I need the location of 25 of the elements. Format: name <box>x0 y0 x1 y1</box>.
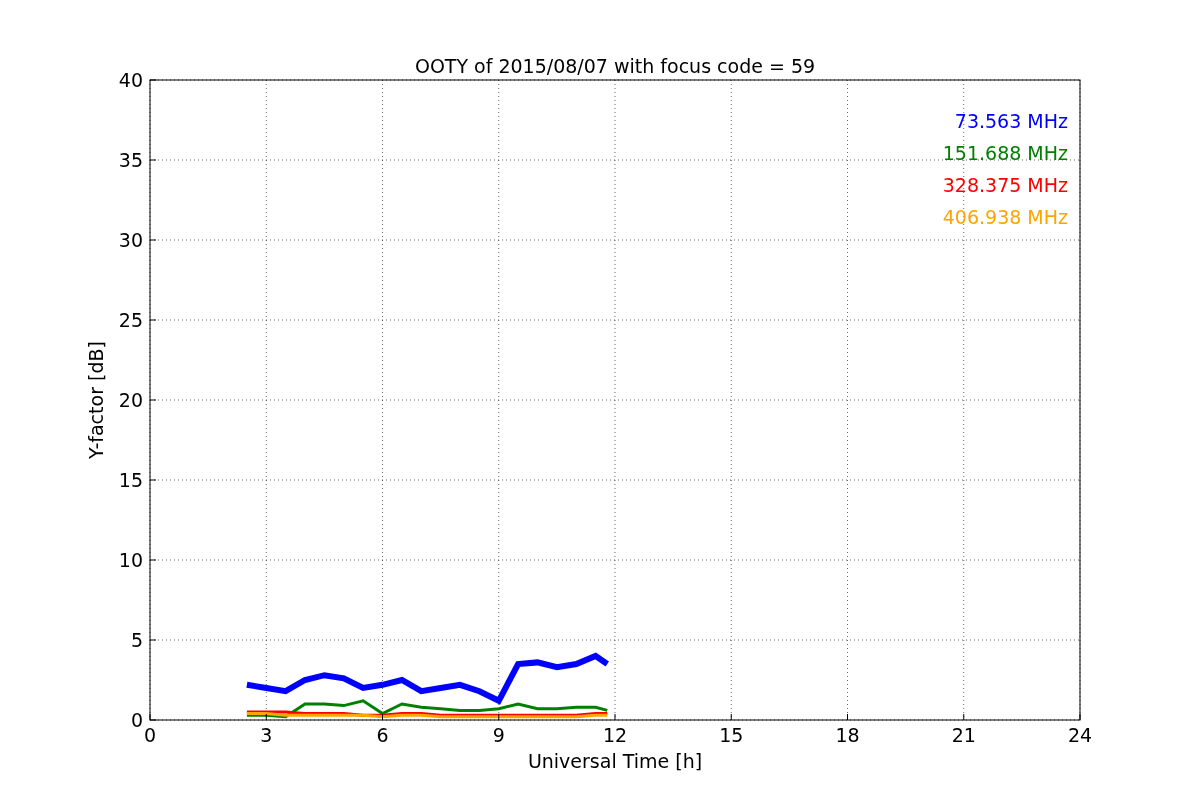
y-tick-label: 0 <box>130 709 143 731</box>
legend-label: 73.563 MHz <box>954 110 1068 132</box>
y-tick-label: 35 <box>118 149 143 171</box>
y-tick-label: 30 <box>118 229 143 251</box>
y-tick-label: 20 <box>118 389 143 411</box>
x-tick-label: 3 <box>260 724 273 746</box>
y-tick-label: 25 <box>118 309 143 331</box>
x-axis-label: Universal Time [h] <box>527 750 703 772</box>
x-tick-label: 24 <box>1067 724 1093 746</box>
x-tick-label: 18 <box>835 724 860 746</box>
legend-label: 406.938 MHz <box>942 206 1068 228</box>
x-tick-label: 9 <box>492 724 505 746</box>
x-tick-label: 12 <box>602 724 628 746</box>
legend-label: 151.688 MHz <box>942 142 1068 164</box>
x-tick-label: 0 <box>143 724 157 746</box>
y-axis-label: Y-factor [dB] <box>85 341 107 459</box>
legend-label: 328.375 MHz <box>942 174 1068 196</box>
x-tick-label: 15 <box>719 724 744 746</box>
x-tick-label: 6 <box>376 724 389 746</box>
y-tick-label: 5 <box>130 629 143 651</box>
y-tick-label: 15 <box>118 469 143 491</box>
chart-title: OOTY of 2015/08/07 with focus code = 59 <box>414 55 816 77</box>
x-tick-label: 21 <box>951 724 976 746</box>
y-tick-label: 40 <box>118 69 143 91</box>
y-tick-label: 10 <box>118 549 143 571</box>
